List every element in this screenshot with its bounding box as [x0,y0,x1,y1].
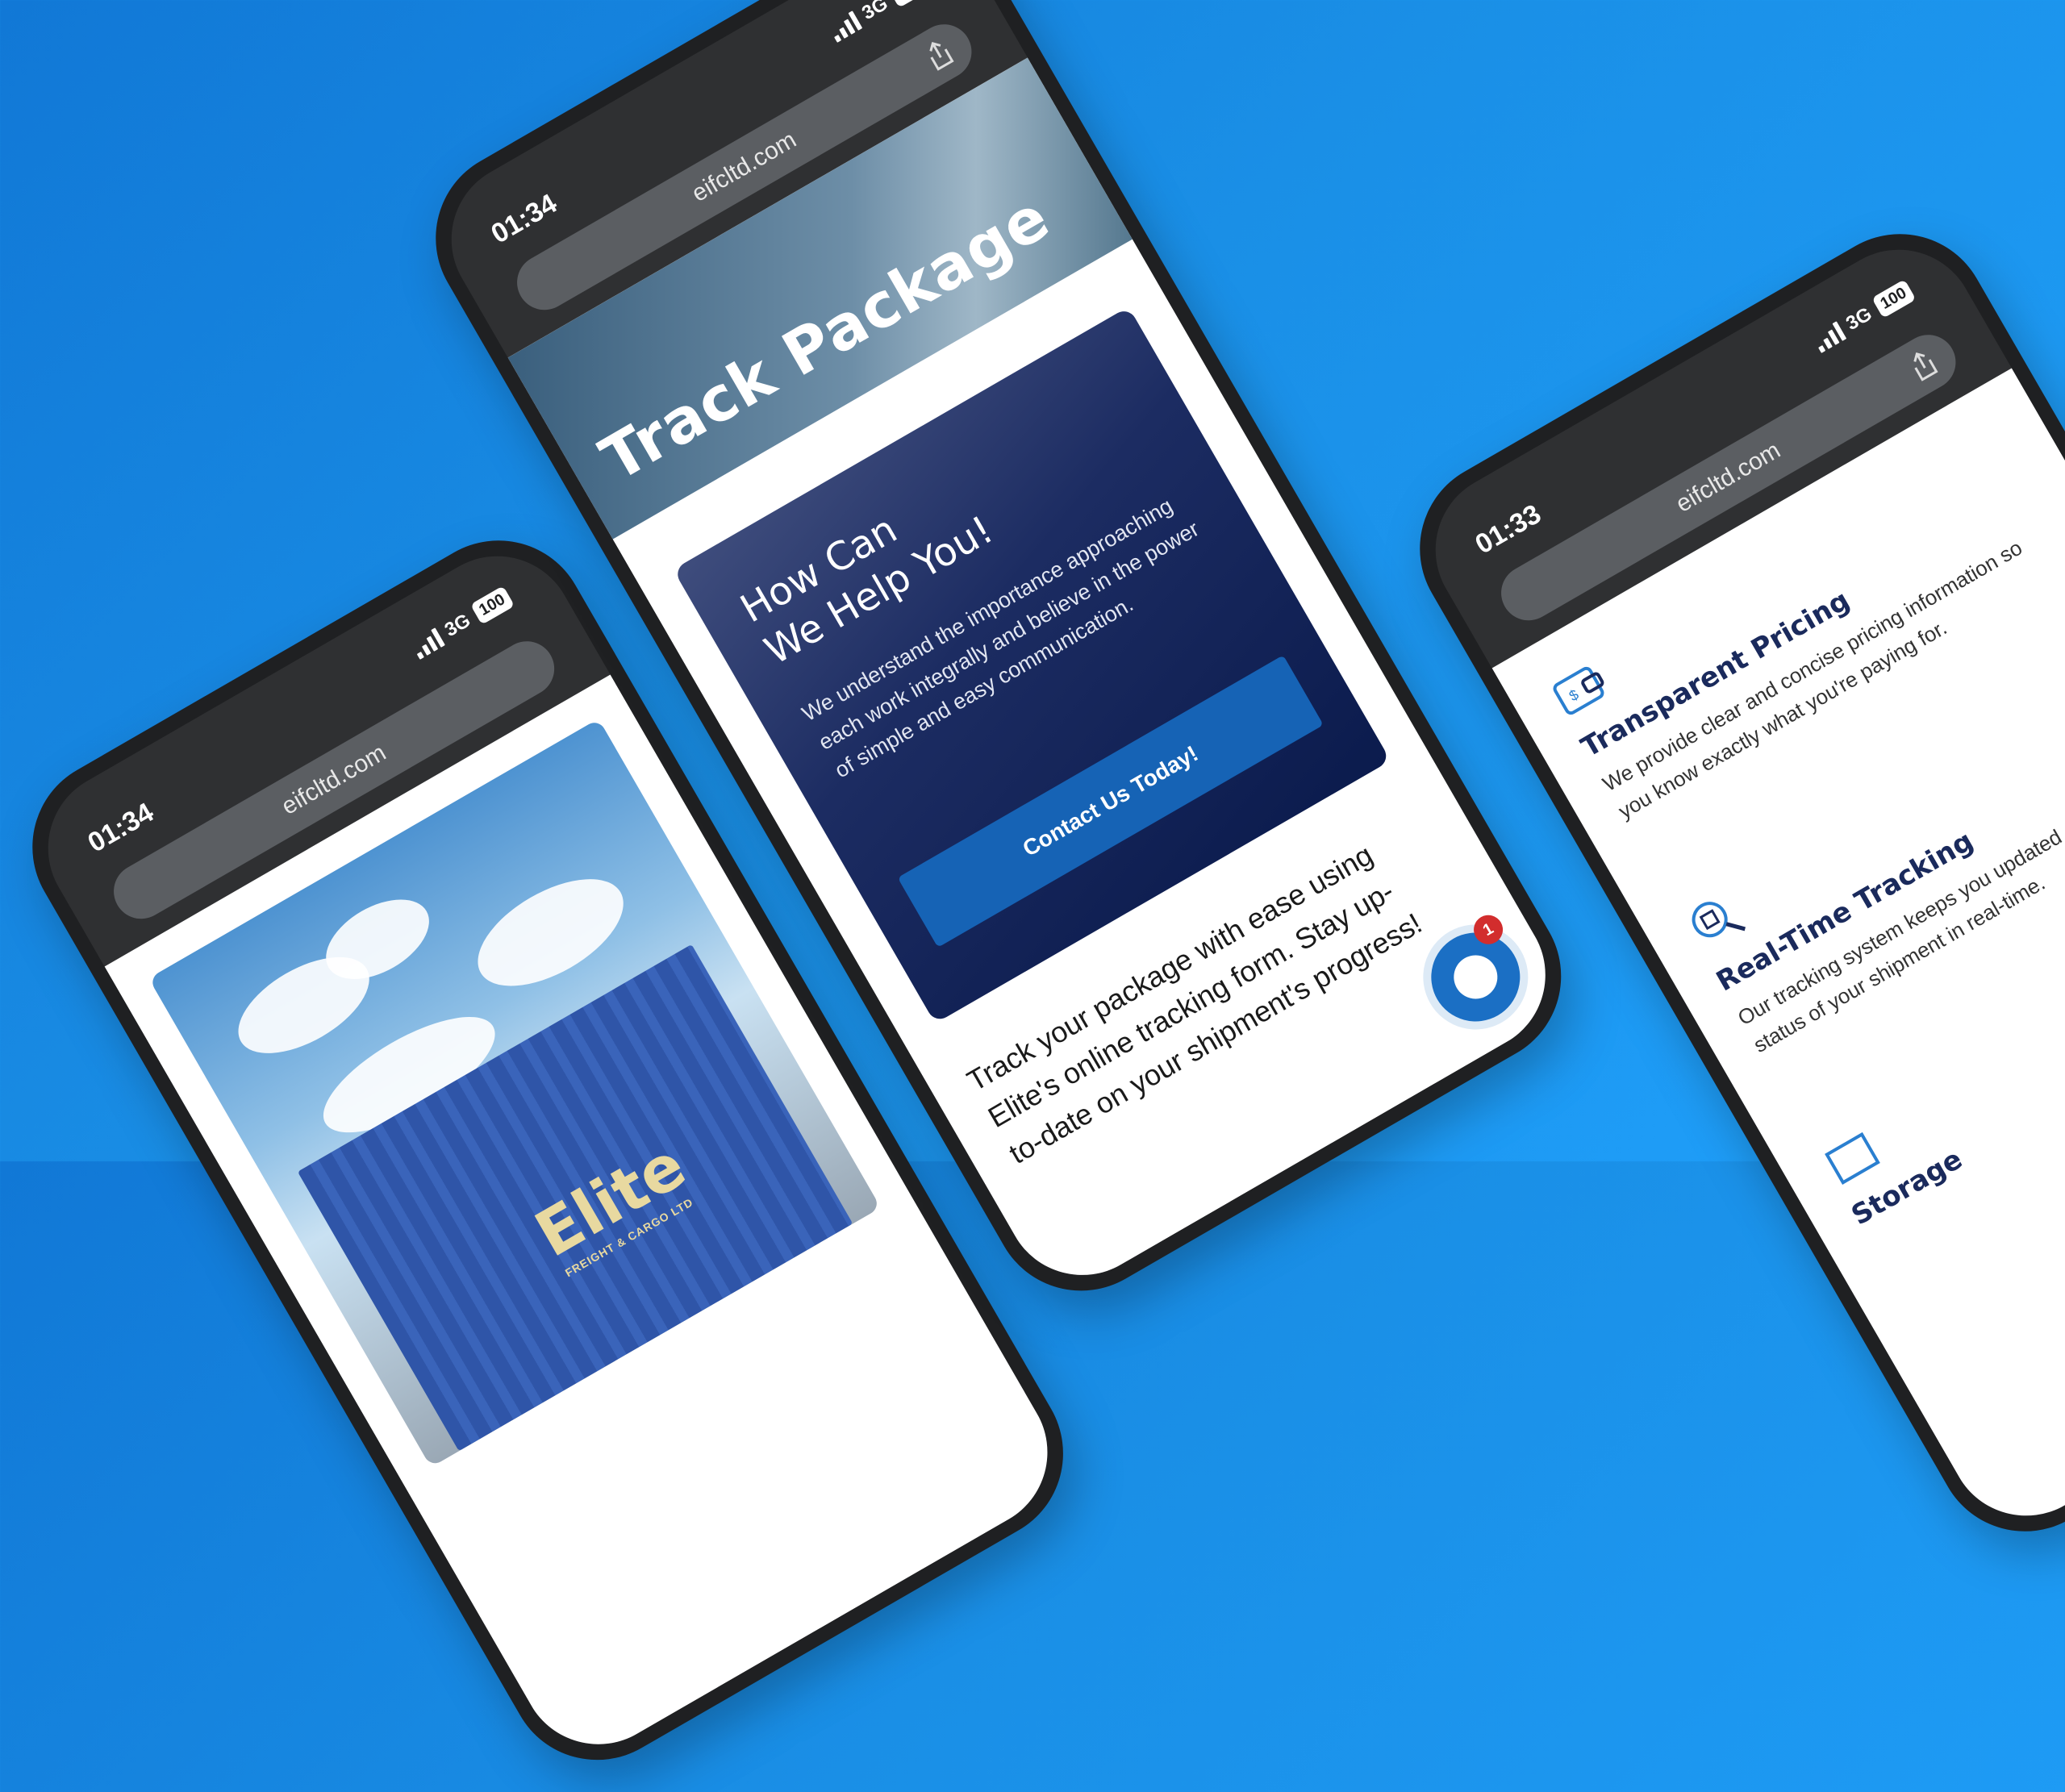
battery-icon: 100 [469,586,515,625]
wallet-icon: $ [1553,666,1604,715]
share-icon[interactable] [921,36,957,73]
cloud-shape [460,856,641,1008]
storage-icon [1825,1131,1880,1186]
tracking-icon [1692,902,1746,938]
network-label: 3G [440,609,474,641]
battery-icon: 100 [886,0,932,8]
chat-badge: 1 [1468,910,1508,950]
status-time: 01:34 [486,188,562,250]
svg-text:$: $ [1566,686,1582,704]
status-indicators: 3G 100 [408,586,515,661]
shipping-container: Elite FREIGHT & CARGO LTD [297,944,853,1452]
signal-icon [409,627,445,660]
status-indicators: 3G 100 [1810,279,1917,354]
network-label: 3G [857,0,892,24]
battery-icon: 100 [1871,279,1917,319]
chat-icon [1446,947,1506,1007]
status-time: 01:33 [1470,498,1546,561]
network-label: 3G [1842,302,1876,335]
signal-icon [1810,320,1846,353]
status-time: 01:34 [82,797,159,859]
signal-icon [826,10,862,43]
share-icon[interactable] [1905,347,1941,384]
